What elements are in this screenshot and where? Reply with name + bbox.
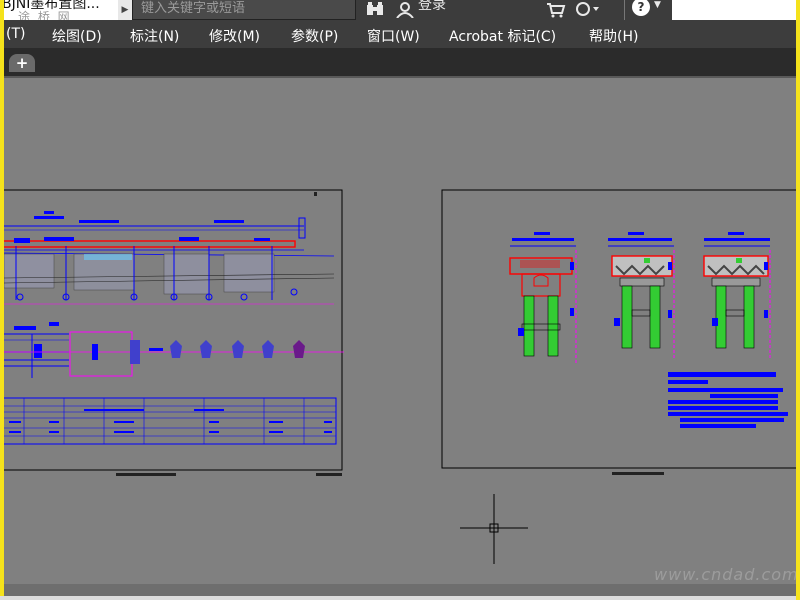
sheet-title-mark [612, 472, 664, 475]
girder-elevation [4, 237, 335, 305]
data-table [4, 397, 337, 445]
sheet-corner-mark [314, 192, 317, 196]
title-bar: BJNI墨布置图... 途 桥 网 ▶ 键入关键字或短语 登录 ? ▼ [4, 0, 796, 24]
user-icon[interactable] [396, 2, 414, 22]
elevation-dimensions [4, 211, 306, 239]
help-icon[interactable]: ? [632, 0, 650, 16]
exchange-icon[interactable] [574, 2, 600, 20]
drawing-canvas[interactable] [4, 78, 796, 596]
menu-window[interactable]: 窗口(W) [367, 26, 420, 46]
menu-bar: (T) 绘图(D) 标注(N) 修改(M) 参数(P) 窗口(W) Acroba… [4, 20, 796, 48]
crosshair-cursor-icon [460, 494, 528, 564]
pier-section-2 [608, 232, 675, 358]
menu-dimension[interactable]: 标注(N) [130, 26, 179, 46]
plan-view [4, 322, 344, 378]
pier-section-1 [509, 232, 577, 363]
sheet-number-mark [316, 473, 342, 476]
search-input[interactable]: 键入关键字或短语 [132, 0, 356, 20]
binoculars-icon[interactable] [366, 2, 384, 20]
sheet-title-mark [116, 473, 176, 476]
chevron-down-icon[interactable]: ▼ [654, 0, 661, 10]
file-tab-strip: + [4, 48, 796, 78]
menu-acrobat-markup[interactable]: Acrobat 标记(C) [449, 26, 556, 46]
right-drawing-sheet [441, 189, 796, 475]
menu-parameters[interactable]: 参数(P) [291, 26, 338, 46]
pier-section-3 [703, 232, 771, 358]
menu-modify[interactable]: 修改(M) [209, 26, 260, 46]
infocenter-toolbar: 登录 ? ▼ [356, 0, 672, 20]
menu-help[interactable]: 帮助(H) [589, 26, 638, 46]
expand-arrow-icon[interactable]: ▶ [118, 0, 132, 20]
toolbar-divider [624, 0, 625, 20]
cart-icon[interactable] [546, 2, 566, 22]
login-label[interactable]: 登录 [418, 0, 446, 14]
application-window: BJNI墨布置图... 途 桥 网 ▶ 键入关键字或短语 登录 ? ▼ (T) … [4, 0, 796, 596]
status-bar [4, 584, 796, 596]
bottom-edge [0, 596, 796, 600]
menu-draw[interactable]: 绘图(D) [52, 26, 102, 46]
left-drawing-sheet [4, 189, 344, 476]
notes-block [668, 372, 788, 428]
menu-tools[interactable]: (T) [6, 26, 25, 42]
plus-icon[interactable]: + [9, 54, 35, 72]
watermark: www.cndad.com [654, 565, 796, 584]
